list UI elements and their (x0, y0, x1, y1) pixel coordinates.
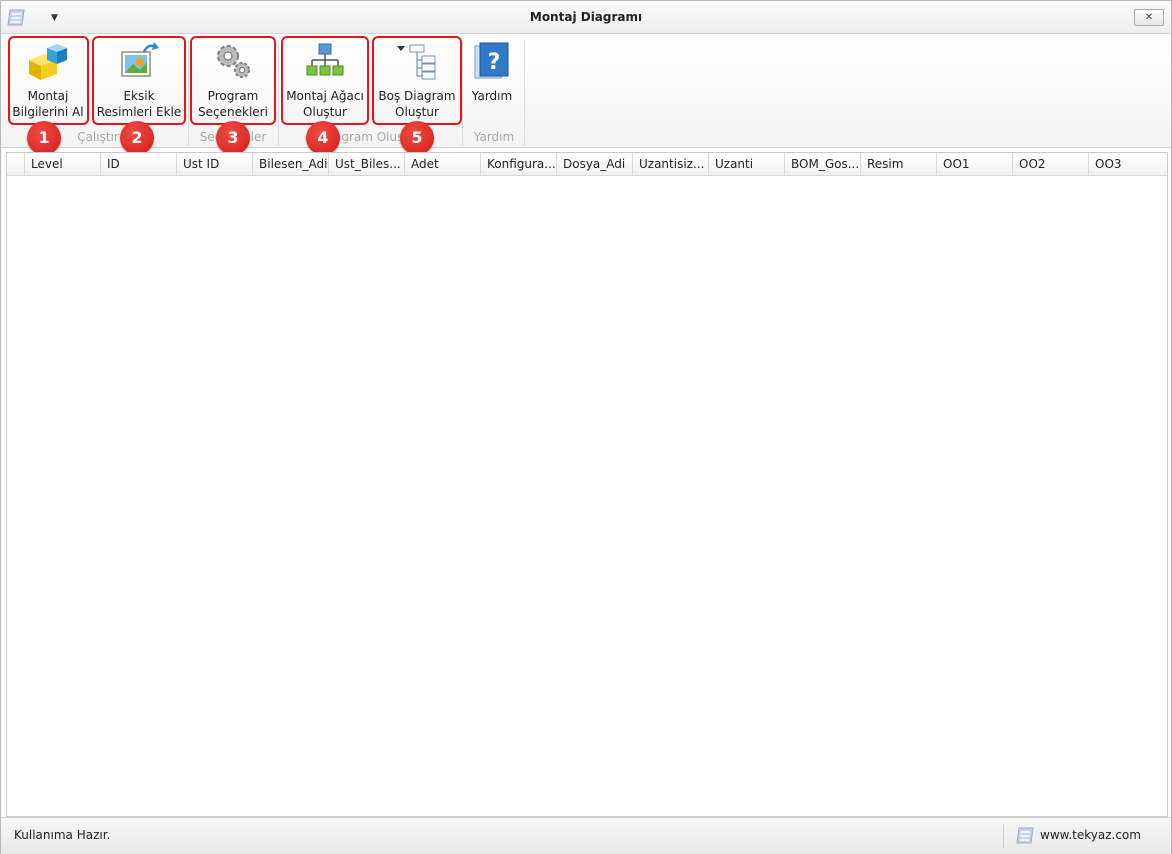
data-grid[interactable]: Level ID Ust ID Bilesen_Adi Ust_Biles...… (6, 152, 1168, 817)
column-header-bom-gosterim[interactable]: BOM_Gos... (785, 153, 861, 175)
tekyaz-logo-icon (1016, 827, 1034, 844)
column-header-bilesen-adi[interactable]: Bilesen_Adi (253, 153, 329, 175)
step-badge-3: 3 (216, 121, 250, 155)
column-header-uzantisiz[interactable]: Uzantisiz... (633, 153, 709, 175)
help-icon: ? (474, 42, 509, 79)
column-header-ust-bilesen[interactable]: Ust_Biles... (329, 153, 405, 175)
title-bar: ▼ Montaj Diagramı ✕ (1, 1, 1171, 34)
column-header-uzanti[interactable]: Uzanti (709, 153, 785, 175)
step-badge-2: 2 (120, 121, 154, 155)
column-header-adet[interactable]: Adet (405, 153, 481, 175)
status-bar: Kullanıma Hazır. www.tekyaz.com (1, 817, 1171, 854)
column-header-level[interactable]: Level (25, 153, 101, 175)
highlight-box-2 (92, 36, 186, 125)
status-text: Kullanıma Hazır. (14, 828, 111, 842)
website-link[interactable]: www.tekyaz.com (1040, 828, 1141, 842)
row-indicator-header[interactable] (7, 153, 25, 175)
button-label-line1: Yardım (471, 89, 513, 103)
step-badge-5: 5 (400, 121, 434, 155)
ribbon: Montaj Bilgilerini Al Eksik Resimleri Ek… (1, 34, 1171, 155)
column-header-oo3[interactable]: OO3 (1089, 153, 1167, 175)
column-header-oo2[interactable]: OO2 (1013, 153, 1089, 175)
window-title: Montaj Diagramı (529, 10, 643, 24)
yardim-button[interactable]: ? Yardım (465, 36, 519, 120)
group-separator (188, 40, 189, 146)
status-separator (1003, 824, 1004, 848)
highlight-box-1 (8, 36, 89, 125)
group-separator (278, 40, 279, 146)
step-badge-4: 4 (306, 121, 340, 155)
grid-header: Level ID Ust ID Bilesen_Adi Ust_Biles...… (7, 153, 1167, 176)
highlight-box-4 (281, 36, 369, 125)
svg-text:?: ? (488, 50, 501, 75)
column-header-ust-id[interactable]: Ust ID (177, 153, 253, 175)
column-header-dosya-adi[interactable]: Dosya_Adi (557, 153, 633, 175)
column-header-resim[interactable]: Resim (861, 153, 937, 175)
highlight-box-3 (190, 36, 276, 125)
column-header-id[interactable]: ID (101, 153, 177, 175)
column-header-konfigurasyon[interactable]: Konfigura... (481, 153, 557, 175)
close-button[interactable]: ✕ (1134, 9, 1164, 26)
group-label-yardim: Yardım (473, 130, 515, 144)
app-window: ▼ Montaj Diagramı ✕ Montaj Bilgilerini A… (0, 0, 1172, 854)
column-header-oo1[interactable]: OO1 (937, 153, 1013, 175)
step-badge-1: 1 (27, 121, 61, 155)
group-separator (462, 40, 463, 146)
group-separator (524, 40, 525, 146)
highlight-box-5 (372, 36, 462, 125)
